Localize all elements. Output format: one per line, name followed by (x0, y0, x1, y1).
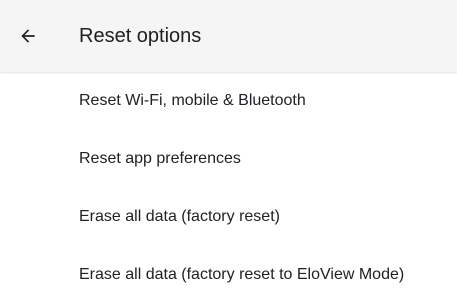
reset-options-list: Reset Wi-Fi, mobile & Bluetooth Reset ap… (0, 72, 457, 299)
list-item-label: Erase all data (factory reset) (79, 208, 280, 225)
arrow-back-icon (21, 29, 35, 43)
list-item-label: Reset Wi-Fi, mobile & Bluetooth (79, 92, 306, 109)
app-bar: Reset options (0, 0, 457, 72)
erase-all-data-item[interactable]: Erase all data (factory reset) (0, 188, 457, 246)
page-title: Reset options (79, 25, 202, 47)
list-item-label: Reset app preferences (79, 150, 241, 167)
list-item-label: Erase all data (factory reset to EloView… (79, 266, 405, 283)
erase-all-data-eloview-item[interactable]: Erase all data (factory reset to EloView… (0, 246, 457, 304)
reset-app-preferences-item[interactable]: Reset app preferences (0, 130, 457, 188)
back-button[interactable] (8, 16, 48, 56)
reset-wifi-mobile-bluetooth-item[interactable]: Reset Wi-Fi, mobile & Bluetooth (0, 72, 457, 130)
